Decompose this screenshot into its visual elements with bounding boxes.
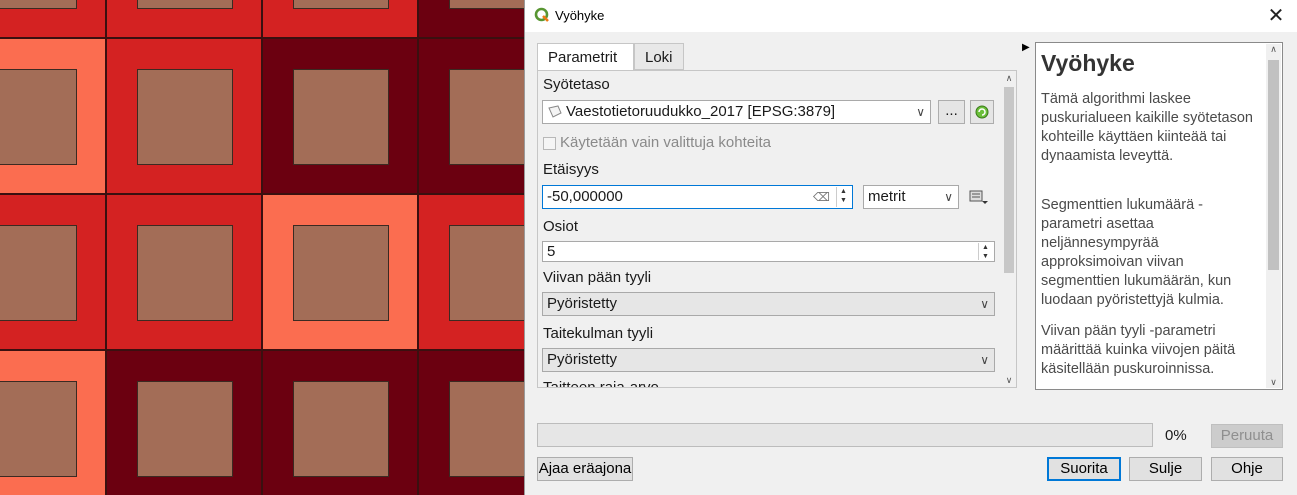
chevron-down-icon: ∨ [916, 105, 925, 119]
map-grid-cell [106, 350, 262, 495]
help-paragraph-2: Segmenttien lukumäärä -parametri asettaa… [1041, 197, 1232, 308]
title-bar: Vyöhyke ✕ [525, 0, 1297, 32]
data-defined-icon [969, 190, 988, 204]
help-button[interactable]: Ohje [1211, 457, 1283, 481]
cancel-button[interactable]: Peruuta [1211, 424, 1283, 448]
parameters-panel: Syötetaso Vaestotietoruudukko_2017 [EPSG… [537, 70, 1017, 388]
map-grid-inner-square [293, 381, 389, 477]
map-grid-cell [262, 0, 418, 38]
browse-button[interactable]: ... [938, 100, 965, 124]
chevron-down-icon: ∨ [944, 190, 953, 204]
distance-spinner[interactable]: ▲ ▼ [836, 187, 850, 207]
map-grid-cell [106, 0, 262, 38]
iterate-icon [975, 105, 989, 119]
distance-input[interactable]: -50,000000 ⌫ ▲ ▼ [542, 185, 853, 209]
map-grid-cell [106, 194, 262, 350]
miter-limit-label: Taitteen raja-arvo [543, 379, 659, 388]
input-layer-value: Vaestotietoruudukko_2017 [EPSG:3879] [566, 103, 836, 120]
segments-label: Osiot [543, 218, 579, 235]
map-grid-cell [262, 350, 418, 495]
map-grid-inner-square [0, 0, 77, 9]
clear-icon[interactable]: ⌫ [813, 186, 830, 208]
map-grid-inner-square [293, 225, 389, 321]
chevron-down-icon: ∨ [980, 353, 989, 367]
map-grid-inner-square [293, 69, 389, 165]
map-grid-inner-square [293, 0, 389, 9]
distance-unit-select[interactable]: metrit ∨ [863, 185, 959, 209]
map-grid-cell [0, 350, 106, 495]
map-grid-inner-square [0, 69, 77, 165]
map-grid-cell [262, 38, 418, 194]
map-grid-inner-square [137, 69, 233, 165]
scroll-thumb[interactable] [1268, 60, 1279, 270]
input-layer-label: Syötetaso [543, 76, 610, 93]
segments-value: 5 [547, 243, 556, 260]
segments-spinner[interactable]: ▲ ▼ [978, 243, 992, 260]
selected-only-label: Käytetään vain valittuja kohteita [560, 134, 771, 151]
help-paragraph-3: Viivan pään tyyli -parametri määrittää k… [1041, 323, 1236, 377]
chevron-down-icon: ∨ [980, 297, 989, 311]
scroll-thumb[interactable] [1004, 87, 1014, 273]
map-grid-cell [0, 0, 106, 38]
join-style-select[interactable]: Pyöristetty ∨ [542, 348, 995, 372]
map-grid-inner-square [0, 225, 77, 321]
buffer-dialog: Vyöhyke ✕ Parametrit Loki Syötetaso Vaes… [524, 0, 1297, 495]
data-defined-override-button[interactable] [968, 187, 990, 207]
map-grid-cell [106, 38, 262, 194]
scroll-up-icon[interactable]: ∧ [1002, 71, 1016, 85]
map-grid-cell [262, 194, 418, 350]
polygon-layer-icon [548, 105, 562, 118]
batch-process-button[interactable]: Ajaa eräajona [537, 457, 633, 481]
tab-parametrit[interactable]: Parametrit [537, 43, 634, 71]
help-title: Vyöhyke [1041, 50, 1135, 76]
progress-percent: 0% [1165, 427, 1187, 444]
window-title: Vyöhyke [555, 8, 605, 23]
distance-value: -50,000000 [547, 188, 623, 205]
map-grid-inner-square [137, 0, 233, 9]
progress-bar [537, 423, 1153, 447]
join-style-label: Taitekulman tyyli [543, 325, 654, 342]
input-layer-select[interactable]: Vaestotietoruudukko_2017 [EPSG:3879] ∨ [542, 100, 931, 124]
parameters-scrollbar[interactable]: ∧ ∨ [1002, 71, 1016, 387]
scroll-down-icon[interactable]: ∨ [1266, 377, 1281, 388]
tab-loki[interactable]: Loki [634, 43, 684, 70]
end-cap-label: Viivan pään tyyli [543, 269, 652, 286]
map-grid-cell [0, 194, 106, 350]
qgis-logo-icon [534, 7, 549, 22]
help-scrollbar[interactable]: ∧ ∨ [1266, 44, 1281, 388]
segments-input[interactable]: 5 ▲ ▼ [542, 241, 995, 262]
map-grid-inner-square [137, 381, 233, 477]
help-paragraph-1: Tämä algorithmi laskee puskurialueen kai… [1041, 91, 1253, 164]
scroll-up-icon[interactable]: ∧ [1266, 44, 1281, 55]
end-cap-select[interactable]: Pyöristetty ∨ [542, 292, 995, 316]
end-cap-value: Pyöristetty [547, 295, 618, 312]
distance-label: Etäisyys [543, 161, 599, 178]
selected-only-checkbox[interactable] [543, 137, 556, 150]
collapse-help-icon[interactable]: ▶ [1022, 42, 1030, 53]
close-button[interactable]: Sulje [1129, 457, 1202, 481]
help-panel: Vyöhyke Tämä algorithmi laskee puskurial… [1035, 42, 1283, 390]
map-grid-inner-square [0, 381, 77, 477]
map-grid-inner-square [137, 225, 233, 321]
close-icon[interactable]: ✕ [1263, 3, 1289, 29]
run-button[interactable]: Suorita [1047, 457, 1121, 481]
iterate-button[interactable] [970, 100, 994, 124]
distance-unit-value: metrit [868, 188, 906, 205]
join-style-value: Pyöristetty [547, 351, 618, 368]
map-grid-cell [0, 38, 106, 194]
scroll-down-icon[interactable]: ∨ [1002, 373, 1016, 387]
